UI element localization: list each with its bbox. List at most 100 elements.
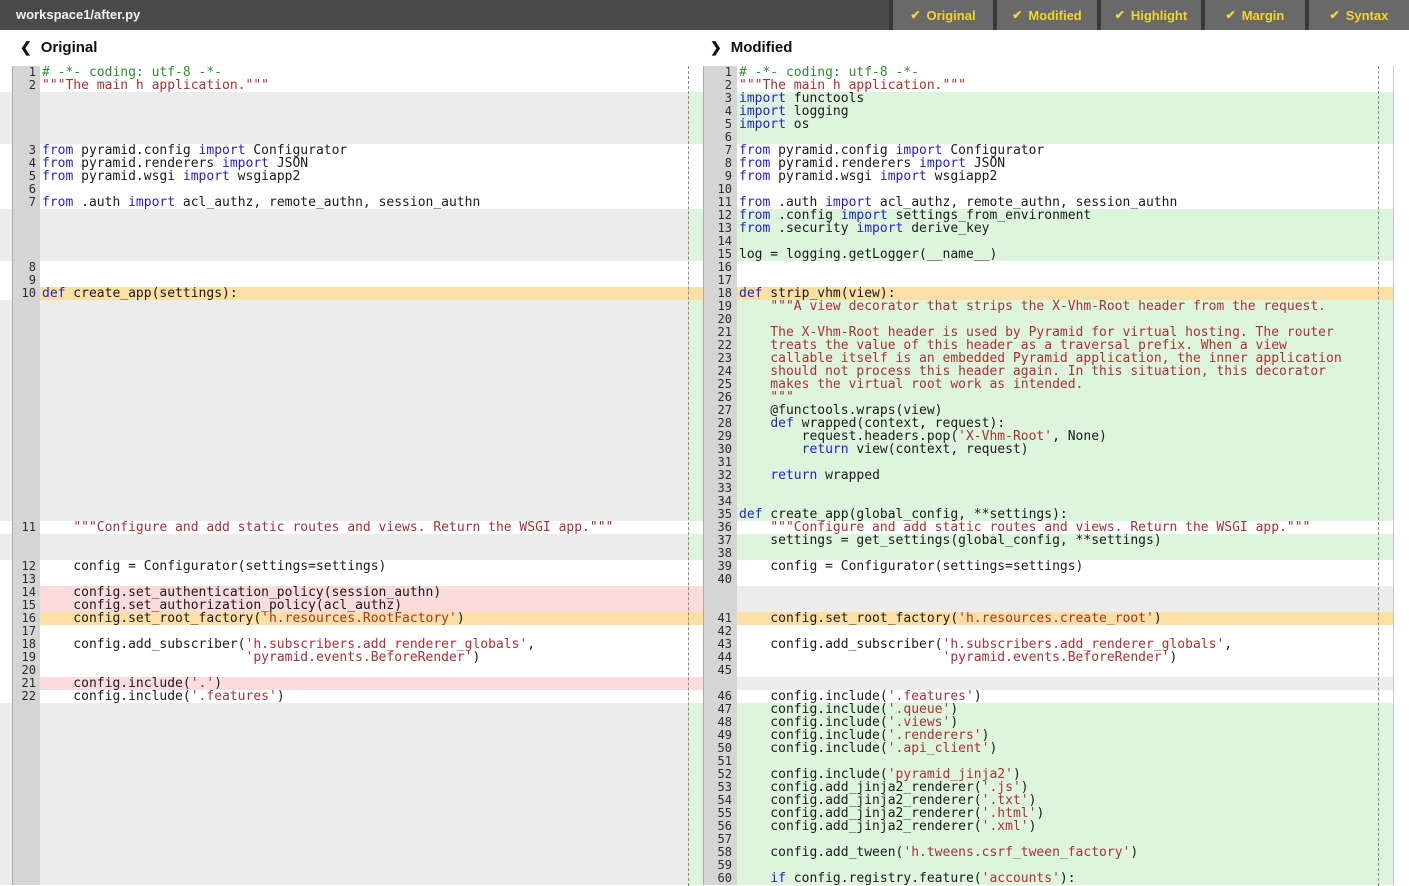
code-line-modified[interactable] bbox=[737, 495, 1393, 508]
chunk-link-strip bbox=[688, 235, 703, 248]
pane-right-edge bbox=[1393, 365, 1409, 378]
code-line-original[interactable] bbox=[40, 573, 688, 586]
code-line-original[interactable] bbox=[40, 625, 688, 638]
code-line-original[interactable]: config.include('.') bbox=[40, 677, 688, 690]
code-line-modified[interactable]: log = logging.getLogger(__name__) bbox=[737, 248, 1393, 261]
collapse-right-icon[interactable]: ❯ bbox=[710, 39, 722, 56]
code-line-original[interactable]: from pyramid.config import Configurator bbox=[40, 144, 688, 157]
code-line-modified[interactable] bbox=[737, 261, 1393, 274]
code-line-original[interactable]: config.set_root_factory('h.resources.Roo… bbox=[40, 612, 688, 625]
code-line-modified[interactable]: def strip_vhm(view): bbox=[737, 287, 1393, 300]
code-line-modified[interactable]: config.add_jinja2_renderer('.html') bbox=[737, 807, 1393, 820]
code-line-original[interactable]: config = Configurator(settings=settings) bbox=[40, 560, 688, 573]
code-line-original[interactable]: 'pyramid.events.BeforeRender') bbox=[40, 651, 688, 664]
code-line-original[interactable]: config.set_authentication_policy(session… bbox=[40, 586, 688, 599]
code-line-modified[interactable]: config.set_root_factory('h.resources.cre… bbox=[737, 612, 1393, 625]
code-line-modified[interactable]: config.add_jinja2_renderer('.txt') bbox=[737, 794, 1393, 807]
toggle-margin[interactable]: ✔Margin bbox=[1205, 0, 1305, 30]
code-line-modified[interactable] bbox=[737, 183, 1393, 196]
code-line-modified[interactable] bbox=[737, 274, 1393, 287]
code-line-original[interactable]: config.add_subscriber('h.subscribers.add… bbox=[40, 638, 688, 651]
code-line-modified[interactable] bbox=[737, 755, 1393, 768]
code-line-modified[interactable]: config.include('.queue') bbox=[737, 703, 1393, 716]
line-number-modified: 2 bbox=[703, 79, 737, 92]
code-line-modified[interactable]: from .auth import acl_authz, remote_auth… bbox=[737, 196, 1393, 209]
code-line-modified[interactable] bbox=[737, 833, 1393, 846]
toggle-syntax[interactable]: ✔Syntax bbox=[1309, 0, 1409, 30]
code-line-modified[interactable]: request.headers.pop('X-Vhm-Root', None) bbox=[737, 430, 1393, 443]
code-line-original[interactable]: config.include('.features') bbox=[40, 690, 688, 703]
code-line-modified[interactable]: config.include('pyramid_jinja2') bbox=[737, 768, 1393, 781]
code-line-modified[interactable]: config.include('.views') bbox=[737, 716, 1393, 729]
code-line-modified[interactable]: @functools.wraps(view) bbox=[737, 404, 1393, 417]
code-line-modified[interactable]: import logging bbox=[737, 105, 1393, 118]
code-line-modified[interactable]: import os bbox=[737, 118, 1393, 131]
code-line-modified[interactable]: if config.registry.feature('accounts'): bbox=[737, 872, 1393, 885]
code-line-modified[interactable] bbox=[737, 859, 1393, 872]
code-line-modified[interactable]: return wrapped bbox=[737, 469, 1393, 482]
code-line-modified[interactable] bbox=[737, 664, 1393, 677]
code-line-modified[interactable] bbox=[737, 235, 1393, 248]
code-line-original[interactable] bbox=[40, 274, 688, 287]
code-line-modified[interactable] bbox=[737, 625, 1393, 638]
code-line-modified[interactable]: config = Configurator(settings=settings) bbox=[737, 560, 1393, 573]
code-line-modified[interactable]: The X-Vhm-Root header is used by Pyramid… bbox=[737, 326, 1393, 339]
pane-right-edge bbox=[1393, 430, 1409, 443]
toggle-highlight[interactable]: ✔Highlight bbox=[1101, 0, 1201, 30]
code-line-modified[interactable]: settings = get_settings(global_config, *… bbox=[737, 534, 1393, 547]
code-line-original[interactable]: from .auth import acl_authz, remote_auth… bbox=[40, 196, 688, 209]
code-line-modified[interactable] bbox=[737, 573, 1393, 586]
code-line-modified[interactable] bbox=[737, 131, 1393, 144]
code-line-original[interactable]: def create_app(settings): bbox=[40, 287, 688, 300]
code-line-original[interactable] bbox=[40, 664, 688, 677]
code-line-modified[interactable]: config.add_subscriber('h.subscribers.add… bbox=[737, 638, 1393, 651]
line-number-modified: 52 bbox=[703, 768, 737, 781]
code-line-modified[interactable]: """ bbox=[737, 391, 1393, 404]
collapse-left-icon[interactable]: ❮ bbox=[20, 39, 32, 56]
chunk-link-strip bbox=[688, 781, 703, 794]
code-line-modified[interactable]: from .config import settings_from_enviro… bbox=[737, 209, 1393, 222]
code-line-modified[interactable]: should not process this header again. In… bbox=[737, 365, 1393, 378]
toggle-original[interactable]: ✔Original bbox=[893, 0, 993, 30]
code-line-original[interactable]: """Configure and add static routes and v… bbox=[40, 521, 688, 534]
code-line-original[interactable]: # -*- coding: utf-8 -*- bbox=[40, 66, 688, 79]
code-line-original[interactable]: from pyramid.wsgi import wsgiapp2 bbox=[40, 170, 688, 183]
code-line-modified[interactable]: treats the value of this header as a tra… bbox=[737, 339, 1393, 352]
code-line-modified[interactable] bbox=[737, 482, 1393, 495]
code-line-modified[interactable]: from pyramid.renderers import JSON bbox=[737, 157, 1393, 170]
code-line-modified[interactable]: from pyramid.wsgi import wsgiapp2 bbox=[737, 170, 1393, 183]
code-line-original[interactable] bbox=[40, 261, 688, 274]
code-line-modified[interactable]: # -*- coding: utf-8 -*- bbox=[737, 66, 1393, 79]
code-line-modified[interactable]: callable itself is an embedded Pyramid a… bbox=[737, 352, 1393, 365]
code-line-original[interactable] bbox=[40, 183, 688, 196]
code-line-modified[interactable]: makes the virtual root work as intended. bbox=[737, 378, 1393, 391]
code-line-modified[interactable]: from .security import derive_key bbox=[737, 222, 1393, 235]
toggle-modified[interactable]: ✔Modified bbox=[997, 0, 1097, 30]
code-line-modified[interactable]: """A view decorator that strips the X-Vh… bbox=[737, 300, 1393, 313]
code-line-modified[interactable]: config.include('.renderers') bbox=[737, 729, 1393, 742]
code-line-modified[interactable]: from pyramid.config import Configurator bbox=[737, 144, 1393, 157]
line-number-modified: 33 bbox=[703, 482, 737, 495]
code-line-modified[interactable]: config.add_tween('h.tweens.csrf_tween_fa… bbox=[737, 846, 1393, 859]
code-line-modified[interactable]: config.include('.features') bbox=[737, 690, 1393, 703]
line-number-modified: 45 bbox=[703, 664, 737, 677]
code-line-modified[interactable]: """The main h application.""" bbox=[737, 79, 1393, 92]
code-line-modified[interactable]: return view(context, request) bbox=[737, 443, 1393, 456]
code-line-modified[interactable]: def wrapped(context, request): bbox=[737, 417, 1393, 430]
code-line-modified[interactable] bbox=[737, 456, 1393, 469]
code-line-original[interactable]: from pyramid.renderers import JSON bbox=[40, 157, 688, 170]
code-line-modified[interactable] bbox=[737, 547, 1393, 560]
code-line-original[interactable]: config.set_authorization_policy(acl_auth… bbox=[40, 599, 688, 612]
code-line-modified[interactable]: config.add_jinja2_renderer('.xml') bbox=[737, 820, 1393, 833]
code-line-modified[interactable]: 'pyramid.events.BeforeRender') bbox=[737, 651, 1393, 664]
code-line-modified[interactable]: """Configure and add static routes and v… bbox=[737, 521, 1393, 534]
code-line-modified[interactable]: import functools bbox=[737, 92, 1393, 105]
line-number-original bbox=[12, 222, 40, 235]
code-line-original[interactable]: """The main h application.""" bbox=[40, 79, 688, 92]
code-token: makes the virtual root work as intended. bbox=[739, 378, 1083, 391]
code-line-modified[interactable]: config.include('.api_client') bbox=[737, 742, 1393, 755]
code-line-modified[interactable]: def create_app(global_config, **settings… bbox=[737, 508, 1393, 521]
code-line-modified[interactable]: config.add_jinja2_renderer('.js') bbox=[737, 781, 1393, 794]
code-token: create_app(settings): bbox=[65, 287, 237, 300]
code-line-modified[interactable] bbox=[737, 313, 1393, 326]
